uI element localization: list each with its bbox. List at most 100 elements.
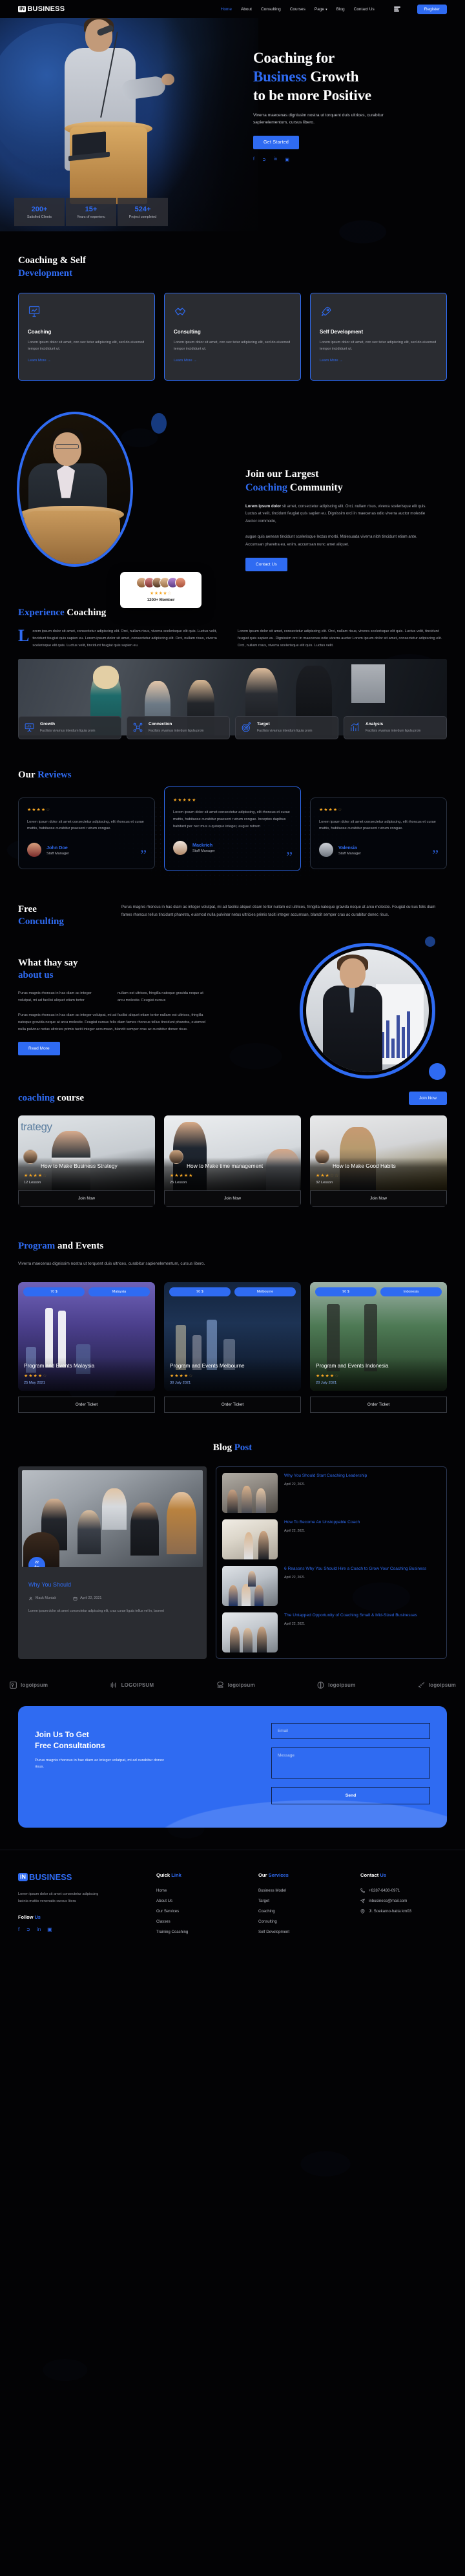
- avatar: [319, 843, 333, 858]
- linkedin-icon[interactable]: in: [37, 1927, 41, 1932]
- blog-list-item[interactable]: 6 Reasons Why You Should Hire a Coach to…: [222, 1565, 440, 1606]
- footer-follow-white: Follow: [18, 1914, 35, 1920]
- nav-item-about[interactable]: About: [241, 7, 252, 12]
- feature-target[interactable]: Target Facilisis vivamus interdum ligula …: [235, 715, 338, 739]
- nav-item-courses[interactable]: Courses: [290, 7, 305, 12]
- message-field[interactable]: [271, 1747, 430, 1779]
- feature-title: Connection: [149, 721, 172, 726]
- cta-title: Join Us To Get Free Consultations: [35, 1729, 253, 1752]
- courses-join-now-button[interactable]: Join Now: [408, 1092, 447, 1106]
- blog-thumb: [222, 1565, 278, 1606]
- footer-contact-email[interactable]: inbusiness@mail.com: [360, 1899, 447, 1903]
- nav-item-home[interactable]: Home: [221, 7, 232, 12]
- instagram-icon[interactable]: ▣: [285, 157, 289, 162]
- order-ticket-button[interactable]: Order Ticket: [310, 1396, 447, 1413]
- reviews-grid: ★★★★☆ Lorem ipsum dolor sit amet consect…: [18, 787, 447, 871]
- footer-link[interactable]: Classes: [156, 1919, 243, 1924]
- program-card[interactable]: 90 $ Indonesia Program and Events Indone…: [310, 1282, 447, 1413]
- footer-quick-link-column: Quick Link Home About Us Our Services Cl…: [156, 1872, 243, 1934]
- feature-analysis[interactable]: Analysis Facilisis vivamus interdum ligul…: [344, 715, 447, 739]
- course-stars: ★★★☆☆: [316, 1174, 340, 1179]
- service-card-self-development[interactable]: Self Development Lorem ipsum dolor sit a…: [310, 293, 447, 381]
- course-card[interactable]: trategy How to Make Business Strategy ★★…: [18, 1115, 155, 1207]
- nav-item-contact-us[interactable]: Contact Us: [354, 7, 375, 12]
- footer-link[interactable]: Our Services: [156, 1909, 243, 1914]
- review-card[interactable]: ★★★★☆ Lorem ipsum dolor sit amet consect…: [18, 797, 155, 870]
- brand-logo-label: LOGOIPSUM: [121, 1682, 154, 1688]
- learn-more-link[interactable]: Learn More →: [320, 359, 343, 363]
- register-button[interactable]: Register: [417, 4, 447, 14]
- instagram-icon[interactable]: ▣: [47, 1927, 52, 1932]
- footer-col-title-white: Our: [258, 1872, 269, 1878]
- experience-col-1-text: orem ipsum dolor sit amet, consectetur a…: [32, 629, 217, 648]
- blog-list-item[interactable]: How To Become An Unstoppable Coach April…: [222, 1519, 440, 1559]
- program-date: 25 May 2021: [24, 1380, 45, 1385]
- nav-item-blog[interactable]: Blog: [336, 7, 345, 12]
- footer-contact-column: Contact Us +6287-6430-0971 inbusiness@ma…: [360, 1872, 447, 1934]
- footer-link[interactable]: Home: [156, 1888, 243, 1893]
- program-grid: 70 $ Malaysia Program and Events Malaysi…: [18, 1282, 447, 1413]
- blog-date: April 22, 2021: [73, 1596, 101, 1601]
- program-card[interactable]: 90 $ Melbourne Program and Events Melbou…: [164, 1282, 301, 1413]
- footer-logo[interactable]: IN BUSINESS: [18, 1872, 141, 1882]
- course-join-button[interactable]: Join Now: [310, 1190, 447, 1207]
- footer-link[interactable]: Coaching: [258, 1909, 345, 1914]
- footer-link[interactable]: Training Coaching: [156, 1930, 243, 1934]
- feature-body: Facilisis vivamus interdum ligula proin: [366, 728, 421, 733]
- footer-contact-phone[interactable]: +6287-6430-0971: [360, 1888, 447, 1893]
- footer-link[interactable]: About Us: [156, 1899, 243, 1903]
- page-root: IN BUSINESS Home About Consulting Course…: [0, 0, 465, 2576]
- stat-label: Years of experienc: [77, 215, 105, 219]
- feature-connection[interactable]: Connection Facilisis vivamus interdum lig…: [127, 715, 230, 739]
- review-card[interactable]: ★★★★☆ Lorem ipsum dolor sit amet consect…: [310, 797, 447, 870]
- course-lessons: 25 Lesson: [170, 1181, 187, 1185]
- order-ticket-button[interactable]: Order Ticket: [164, 1396, 301, 1413]
- footer-link[interactable]: Self Development: [258, 1930, 345, 1934]
- free-consulting-paragraph: Purus magnis rhoncus in hac diam ac inte…: [121, 904, 436, 917]
- contact-us-button[interactable]: Contact Us: [245, 557, 287, 571]
- hamburger-menu-icon[interactable]: [393, 6, 400, 12]
- twitter-icon[interactable]: ➲: [262, 157, 266, 162]
- footer-contact-address[interactable]: Jl. Soekarno-hatta km03: [360, 1909, 447, 1914]
- service-card-consulting[interactable]: Consulting Lorem ipsum dolor sit amet, c…: [164, 293, 301, 381]
- blog-list-item[interactable]: The Untapped Opportunity of Coaching Sma…: [222, 1612, 440, 1652]
- learn-more-link[interactable]: Learn More →: [28, 359, 51, 363]
- course-card[interactable]: How to Make Good Habits ★★★☆☆ 32 Lesson …: [310, 1115, 447, 1207]
- email-field[interactable]: [271, 1722, 430, 1739]
- footer-col-title-white: Contact: [360, 1872, 380, 1878]
- footer-link[interactable]: Consulting: [258, 1919, 345, 1924]
- services-section: Coaching & Self Development Coaching Lor…: [0, 231, 465, 381]
- linkedin-icon[interactable]: in: [274, 157, 277, 162]
- service-card-coaching[interactable]: Coaching Lorem ipsum dolor sit amet, con…: [18, 293, 155, 381]
- course-join-button[interactable]: Join Now: [164, 1190, 301, 1207]
- program-date: 20 July 2021: [316, 1380, 337, 1385]
- nav-item-consulting[interactable]: Consulting: [261, 7, 281, 12]
- course-card[interactable]: How to Make time management ★★★★★ 25 Les…: [164, 1115, 301, 1207]
- footer-link[interactable]: Business Model: [258, 1888, 345, 1893]
- footer-link[interactable]: Target: [258, 1899, 345, 1903]
- facebook-icon[interactable]: f: [253, 157, 254, 162]
- blog-list-item[interactable]: Why You Should Start Coaching Leadership…: [222, 1472, 440, 1513]
- feature-growth[interactable]: Growth Facilisis vivamus interdum ligula …: [18, 715, 121, 739]
- program-card-title: Program and Events Melbourne: [170, 1362, 245, 1369]
- order-ticket-button[interactable]: Order Ticket: [18, 1396, 155, 1413]
- blog-featured-card[interactable]: 22 Apr Why You Should Mack Muntak April …: [18, 1466, 207, 1659]
- program-subtitle: Viverra maecenas dignissim nostra ut tor…: [18, 1261, 205, 1266]
- logo[interactable]: IN BUSINESS: [18, 5, 65, 13]
- review-stars: ★★★★★: [173, 798, 197, 803]
- decorative-dot: [429, 1062, 446, 1080]
- program-card[interactable]: 70 $ Malaysia Program and Events Malaysi…: [18, 1282, 155, 1413]
- read-more-button[interactable]: Read More: [18, 1042, 60, 1056]
- facebook-icon[interactable]: f: [18, 1927, 19, 1932]
- blog-author: Mack Muntak: [28, 1596, 56, 1601]
- get-started-button[interactable]: Get Started: [253, 135, 300, 149]
- twitter-icon[interactable]: ➲: [26, 1927, 30, 1932]
- nav-item-page[interactable]: Page ▾: [315, 7, 327, 12]
- learn-more-link[interactable]: Learn More →: [174, 359, 197, 363]
- review-card[interactable]: ★★★★★ Lorem ipsum dolor sit amet consect…: [164, 787, 301, 871]
- service-body: Lorem ipsum dolor sit amet, con sec tetu…: [320, 341, 437, 352]
- experience-col-2: Lorem ipsum dolor sit amet, consectetur …: [238, 629, 442, 648]
- send-button[interactable]: Send: [271, 1786, 430, 1804]
- courses-section: coaching course Join Now trategy How to …: [0, 1092, 465, 1207]
- course-join-button[interactable]: Join Now: [18, 1190, 155, 1207]
